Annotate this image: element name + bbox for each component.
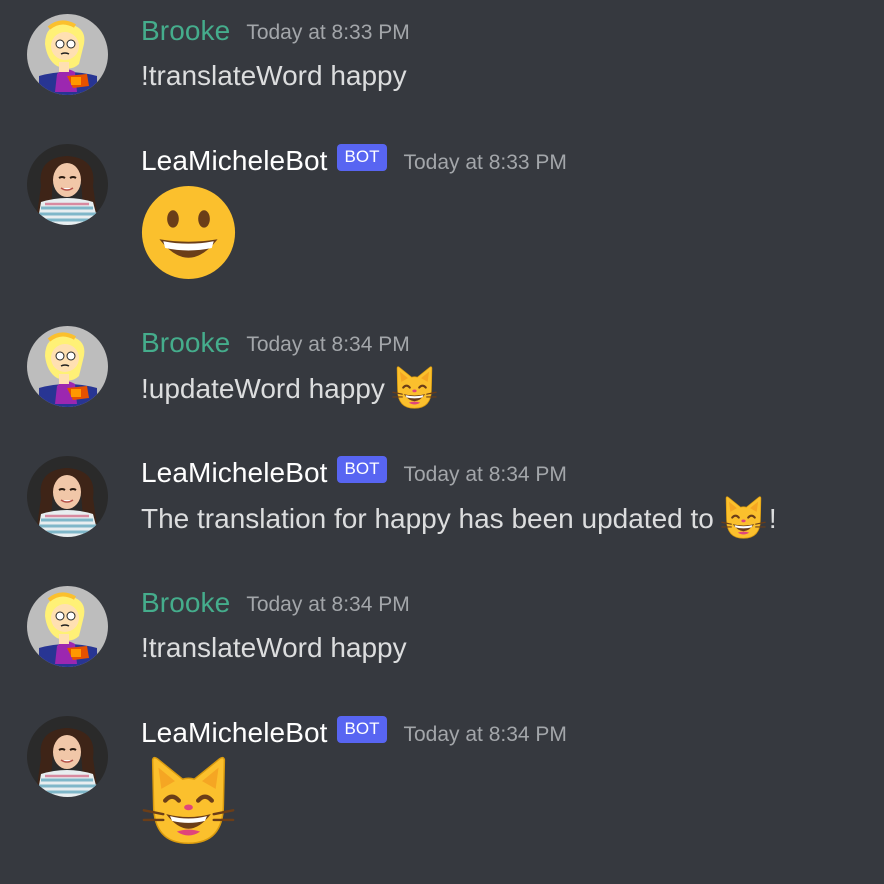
- message-text: !translateWord happy: [141, 60, 407, 91]
- chat-messages: Brooke Today at 8:33 PM !translateWord h…: [0, 0, 884, 884]
- avatar-leamichelebot[interactable]: [27, 456, 108, 537]
- message-text: !updateWord happy: [141, 372, 385, 404]
- avatar-brooke[interactable]: [27, 326, 108, 407]
- username-leamichelebot[interactable]: LeaMicheleBot: [141, 457, 328, 489]
- grinning-cat-icon: [140, 754, 237, 851]
- username-leamichelebot[interactable]: LeaMicheleBot: [141, 145, 328, 177]
- timestamp: Today at 8:34 PM: [403, 723, 567, 746]
- bot-tag: BOT: [336, 455, 388, 483]
- message-content: !translateWord happy: [141, 631, 407, 665]
- avatar-brooke[interactable]: [27, 14, 108, 95]
- grinning-face-icon: [140, 184, 237, 281]
- username-brooke[interactable]: Brooke: [141, 587, 230, 619]
- message-text: The translation for happy has been updat…: [141, 502, 714, 534]
- message-header: Brooke Today at 8:34 PM: [141, 326, 410, 360]
- message-header: LeaMicheleBot BOT Today at 8:33 PM: [141, 143, 567, 178]
- avatar-leamichelebot[interactable]: [27, 144, 108, 225]
- avatar-leamichelebot[interactable]: [27, 716, 108, 797]
- message-text-after: !: [768, 502, 777, 534]
- grinning-cat-icon: [391, 365, 438, 412]
- message-header: Brooke Today at 8:33 PM: [141, 14, 410, 48]
- username-brooke[interactable]: Brooke: [141, 327, 230, 359]
- avatar-brooke[interactable]: [27, 586, 108, 667]
- bot-tag: BOT: [336, 143, 388, 171]
- username-leamichelebot[interactable]: LeaMicheleBot: [141, 717, 328, 749]
- message-header: Brooke Today at 8:34 PM: [141, 586, 410, 620]
- grinning-cat-icon: [720, 495, 767, 542]
- message-content: !updateWord happy: [141, 365, 438, 412]
- bot-tag: BOT: [336, 715, 388, 743]
- timestamp: Today at 8:33 PM: [246, 21, 410, 44]
- message-content: The translation for happy has been updat…: [141, 495, 777, 542]
- timestamp: Today at 8:34 PM: [246, 593, 410, 616]
- message-content: !translateWord happy: [141, 59, 407, 93]
- username-brooke[interactable]: Brooke: [141, 15, 230, 47]
- timestamp: Today at 8:33 PM: [403, 151, 567, 174]
- timestamp: Today at 8:34 PM: [403, 463, 567, 486]
- message-text: !translateWord happy: [141, 632, 407, 663]
- timestamp: Today at 8:34 PM: [246, 333, 410, 356]
- message-header: LeaMicheleBot BOT Today at 8:34 PM: [141, 715, 567, 750]
- message-header: LeaMicheleBot BOT Today at 8:34 PM: [141, 455, 567, 490]
